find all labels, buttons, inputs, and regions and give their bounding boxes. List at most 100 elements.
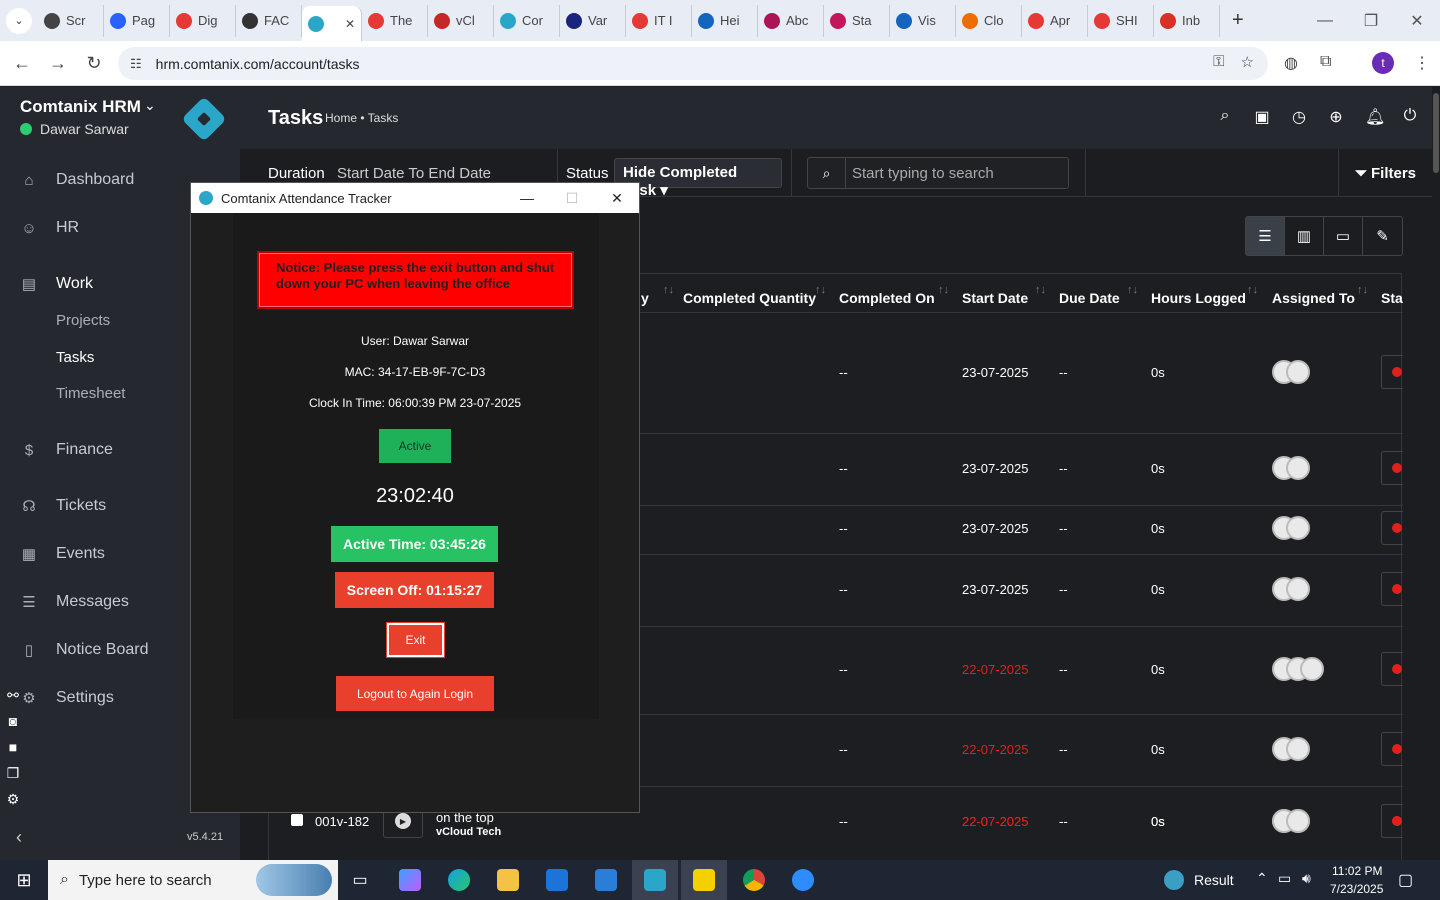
tab-close-icon[interactable]: ✕ bbox=[345, 17, 355, 31]
sort-icon[interactable]: ↑↓ bbox=[1357, 284, 1368, 296]
sidebar-subitem-timesheet[interactable]: Timesheet bbox=[56, 385, 125, 402]
page-scrollbar[interactable] bbox=[1432, 87, 1440, 860]
avatar[interactable] bbox=[1286, 809, 1310, 833]
search-icon[interactable]: ⌕ bbox=[1217, 107, 1233, 127]
status-dropdown[interactable] bbox=[1381, 511, 1403, 545]
add-icon[interactable]: ⊕ bbox=[1328, 107, 1344, 127]
video-icon[interactable]: ■ bbox=[4, 739, 22, 757]
avatar[interactable] bbox=[1286, 360, 1310, 384]
assignee-avatars[interactable] bbox=[1272, 577, 1310, 601]
logout-button[interactable]: Logout to Again Login bbox=[336, 676, 494, 711]
browser-tab[interactable]: IT I bbox=[626, 4, 692, 37]
profile-avatar[interactable]: t bbox=[1372, 52, 1394, 74]
browser-tab[interactable]: Clo bbox=[956, 4, 1022, 37]
assignee-avatars[interactable] bbox=[1272, 809, 1310, 833]
brand-name[interactable]: Comtanix HRM bbox=[20, 97, 141, 117]
bookmark-star-icon[interactable]: ☆ bbox=[1241, 53, 1254, 71]
chevron-down-icon[interactable]: ⌄ bbox=[144, 97, 156, 114]
sticky-note-icon[interactable]: ▣ bbox=[1254, 107, 1270, 127]
tracker-app-icon[interactable] bbox=[632, 860, 678, 900]
browser-tab[interactable]: vCl bbox=[428, 4, 494, 37]
task-code[interactable]: 001v-182 bbox=[315, 814, 369, 829]
sidebar-item-work[interactable]: ▤ Work bbox=[20, 275, 93, 293]
avatar[interactable] bbox=[1286, 737, 1310, 761]
chrome-icon[interactable] bbox=[731, 860, 777, 900]
sidebar-subitem-tasks[interactable]: Tasks bbox=[56, 349, 94, 366]
sticky-notes-icon[interactable] bbox=[681, 860, 727, 900]
sidebar-item-events[interactable]: ▦ Events bbox=[20, 545, 105, 563]
avatar[interactable] bbox=[1286, 577, 1310, 601]
address-bar[interactable]: ☷ hrm.comtanix.com/account/tasks ⚿ ☆ bbox=[118, 47, 1268, 80]
breadcrumb[interactable]: Home • Tasks bbox=[325, 111, 398, 125]
column-header[interactable]: Due Date bbox=[1059, 290, 1120, 306]
sidebar-item-hr[interactable]: ☺ HR bbox=[20, 219, 79, 237]
browser-tab[interactable]: Var bbox=[560, 4, 626, 37]
column-header[interactable]: Sta bbox=[1381, 290, 1403, 306]
column-header[interactable]: Hours Logged bbox=[1151, 290, 1246, 306]
network-icon[interactable]: ▭ bbox=[1278, 870, 1291, 887]
browser-tab[interactable]: The bbox=[362, 4, 428, 37]
minimize-icon[interactable]: — bbox=[504, 183, 550, 213]
sidebar-item-notice-board[interactable]: ▯ Notice Board bbox=[20, 641, 149, 659]
avatar[interactable] bbox=[1300, 657, 1324, 681]
start-button[interactable]: ⊞ bbox=[0, 860, 48, 900]
power-icon[interactable]: ⏻ bbox=[1402, 107, 1418, 127]
status-dropdown[interactable] bbox=[1381, 732, 1403, 766]
forward-icon[interactable]: → bbox=[40, 45, 76, 81]
sidebar-item-tickets[interactable]: ☊ Tickets bbox=[20, 497, 106, 515]
assignee-avatars[interactable] bbox=[1272, 456, 1310, 480]
search-input[interactable] bbox=[846, 164, 1056, 182]
sidebar-item-messages[interactable]: ☰ Messages bbox=[20, 593, 129, 611]
filters-button[interactable]: ⏷ Filters bbox=[1338, 149, 1432, 197]
back-icon[interactable]: ← bbox=[4, 45, 40, 81]
close-icon[interactable]: ✕ bbox=[594, 183, 640, 213]
browser-tab[interactable]: Pag bbox=[104, 4, 170, 37]
browser-tab[interactable]: Sta bbox=[824, 4, 890, 37]
url-text[interactable]: hrm.comtanix.com/account/tasks bbox=[156, 56, 360, 72]
browser-tab[interactable]: Hei bbox=[692, 4, 758, 37]
restore-icon[interactable]: ❐ bbox=[1348, 0, 1394, 41]
browser-tab[interactable]: Inb bbox=[1154, 4, 1220, 37]
browser-tab[interactable]: ✕ bbox=[302, 6, 362, 41]
tray-chevron-icon[interactable]: ⌃ bbox=[1256, 870, 1268, 887]
status-dropdown[interactable] bbox=[1381, 451, 1403, 485]
list-view-icon[interactable]: ☰ bbox=[1246, 217, 1285, 255]
window-titlebar[interactable]: Comtanix Attendance Tracker — ☐ ✕ bbox=[191, 183, 639, 213]
browser-tab[interactable]: Apr bbox=[1022, 4, 1088, 37]
sort-icon[interactable]: ↑↓ bbox=[1127, 284, 1138, 296]
browser-tab[interactable]: FAC bbox=[236, 4, 302, 37]
browser-tab[interactable]: Vis bbox=[890, 4, 956, 37]
app-logo-icon[interactable] bbox=[181, 96, 227, 142]
clock-icon[interactable]: ◷ bbox=[1291, 107, 1307, 127]
sort-icon[interactable]: ↑↓ bbox=[938, 284, 949, 296]
browser-tab[interactable]: Dig bbox=[170, 4, 236, 37]
assignee-avatars[interactable] bbox=[1272, 737, 1310, 761]
tab-search-icon[interactable]: ⌄ bbox=[6, 7, 32, 34]
column-header[interactable]: y bbox=[641, 290, 649, 306]
sidebar-item-settings[interactable]: ⚙ Settings bbox=[20, 689, 114, 707]
calendar-view-icon[interactable]: ▭ bbox=[1324, 217, 1363, 255]
browser-tab[interactable]: SHI bbox=[1088, 4, 1154, 37]
task-view-icon[interactable]: ▭ bbox=[337, 860, 383, 900]
site-info-icon[interactable]: ☷ bbox=[130, 56, 142, 72]
sort-icon[interactable]: ↑↓ bbox=[815, 284, 826, 296]
file-explorer-icon[interactable] bbox=[485, 860, 531, 900]
bell-icon[interactable]: 🔔︎ bbox=[1365, 107, 1385, 127]
minimize-icon[interactable]: — bbox=[1302, 0, 1348, 41]
browser-tab[interactable]: Cor bbox=[494, 4, 560, 37]
browser-tab[interactable]: Abc bbox=[758, 4, 824, 37]
assignee-avatars[interactable] bbox=[1272, 657, 1324, 681]
sidebar-item-finance[interactable]: $ Finance bbox=[20, 441, 113, 459]
avatar[interactable] bbox=[1286, 456, 1310, 480]
pin-icon[interactable]: ✎ bbox=[1363, 217, 1402, 255]
avatar[interactable] bbox=[1286, 516, 1310, 540]
zoom-icon[interactable] bbox=[780, 860, 826, 900]
status-dropdown[interactable] bbox=[1381, 355, 1403, 389]
translate-icon[interactable]: ◍ bbox=[1284, 53, 1298, 73]
maximize-icon[interactable]: ☐ bbox=[549, 183, 595, 213]
browser-tab[interactable]: Scr bbox=[38, 4, 104, 37]
volume-icon[interactable]: 🔊︎ bbox=[1302, 870, 1311, 887]
column-header[interactable]: Assigned To bbox=[1272, 290, 1355, 306]
edge-icon[interactable] bbox=[436, 860, 482, 900]
weather-icon[interactable] bbox=[1164, 870, 1184, 890]
